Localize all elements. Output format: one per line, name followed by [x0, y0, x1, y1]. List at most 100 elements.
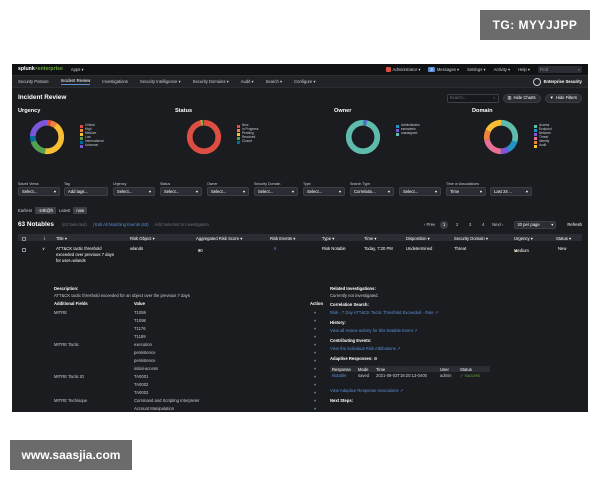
activity-menu[interactable]: Activity ▾ [494, 67, 511, 72]
column-disposition[interactable]: Disposition ▾ [406, 236, 430, 241]
column-risk-score[interactable]: Aggregated Risk Score ▾ [196, 236, 242, 241]
owner-select[interactable]: Select... ▾ [207, 187, 249, 196]
hide-filters-button[interactable]: ▼ Hide Filters [544, 93, 582, 103]
action-chevron-icon[interactable]: ▾ [314, 382, 316, 387]
legend-item[interactable]: Closed [237, 139, 258, 144]
search-input[interactable]: Search... ⌕ [446, 93, 499, 103]
legend-item[interactable]: Audit [534, 143, 552, 148]
security-domain-select[interactable]: Select... ▾ [254, 187, 298, 196]
filter-urgency: Urgency Select... ▾ [113, 182, 155, 196]
contributing-events-link[interactable]: View the individual Risk Attributions ↗ [330, 346, 400, 351]
nav-audit[interactable]: Audit ▾ [241, 79, 254, 84]
action-chevron-icon[interactable]: ▾ [314, 342, 316, 347]
action-chevron-icon[interactable]: ▾ [314, 334, 316, 339]
time-range-select[interactable]: Last 24 ... ▾ [490, 187, 532, 196]
nav-security-domains[interactable]: Security Domains ▾ [193, 79, 229, 84]
action-chevron-icon[interactable]: ▾ [314, 310, 316, 315]
column-title[interactable]: Title ▾ [56, 236, 67, 241]
hide-charts-button[interactable]: ▥ Hide Charts [502, 93, 541, 103]
legend-item[interactable]: Unknown [80, 143, 103, 148]
legend-swatch [80, 140, 83, 144]
nav-security-posture[interactable]: Security Posture [18, 79, 49, 84]
row-title-line-1: ATT&CK tactic threshold [56, 246, 102, 251]
page-1[interactable]: 1 [440, 221, 449, 229]
urgency-donut[interactable] [28, 118, 66, 156]
messages-menu[interactable]: 2 Messages ▾ [428, 66, 459, 72]
row-risk-events-link[interactable]: 6 [274, 246, 276, 251]
action-chevron-icon[interactable]: ▾ [314, 406, 316, 411]
add-to-investigation-link[interactable]: Add Selected to Investigation [155, 222, 209, 227]
edit-all-link[interactable]: | Edit All Matching Events (63) [93, 222, 149, 227]
earliest-value[interactable]: -24h@h [34, 207, 56, 215]
per-page-select[interactable]: 20 per page ▾ [514, 221, 557, 229]
status-donut[interactable] [185, 118, 223, 156]
next-page-button[interactable]: Next › [492, 222, 503, 227]
find-input[interactable]: Find ⌕ [538, 66, 582, 73]
page-3[interactable]: 3 [466, 221, 474, 229]
earliest-label: Earliest [18, 208, 32, 213]
action-chevron-icon[interactable]: ▾ [314, 326, 316, 331]
adaptive-responses-table: Response Mode Time User Status Notable s… [330, 366, 490, 379]
table-row[interactable]: ∨ ATT&CK tactic threshold exceeded over … [18, 244, 582, 266]
settings-menu[interactable]: Settings ▾ [467, 67, 485, 72]
legend-label: unassigned [401, 131, 418, 136]
action-chevron-icon[interactable]: ▾ [314, 366, 316, 371]
column-urgency[interactable]: Urgency ▾ [514, 236, 533, 241]
donut-slice-unassigned[interactable] [345, 119, 381, 155]
donut-slice-new[interactable] [186, 119, 222, 155]
domain-donut[interactable] [482, 118, 520, 156]
column-status[interactable]: Status ▾ [556, 236, 571, 241]
nav-search[interactable]: Search ▾ [266, 79, 283, 84]
time-bounds: Earliest -24h@h Latest now [18, 207, 88, 215]
time-assoc-select[interactable]: Time ▾ [446, 187, 486, 196]
action-chevron-icon[interactable]: ▾ [314, 398, 316, 403]
history-link[interactable]: View all review activity for this Notabl… [330, 328, 417, 333]
action-chevron-icon[interactable]: ▾ [314, 350, 316, 355]
column-security-domain[interactable]: Security Domain ▾ [454, 236, 488, 241]
pagination: ‹ Prev 1 2 3 4 Next › 20 per page ▾ Refre… [424, 221, 582, 229]
latest-value[interactable]: now [73, 207, 88, 215]
page-4[interactable]: 4 [479, 221, 487, 229]
splunk-logo[interactable]: splunk>enterprise [18, 66, 63, 72]
urgency-select[interactable]: Select... ▾ [113, 187, 155, 196]
column-type[interactable]: Type ▾ [322, 236, 334, 241]
page-2[interactable]: 2 [453, 221, 461, 229]
ar-table-row[interactable]: Notable saved 2021-09-03T19:20:13-0400 a… [330, 372, 490, 379]
action-chevron-icon[interactable]: ▾ [314, 390, 316, 395]
extra-select[interactable]: Select... ▾ [399, 187, 441, 196]
nav-incident-review[interactable]: Incident Review [60, 78, 91, 86]
ar-invocations-link[interactable]: View Adaptive Response Invocations ↗ [330, 388, 403, 393]
legend-item[interactable]: unassigned [396, 131, 420, 136]
search-type-select[interactable]: Correlatio... ▾ [350, 187, 394, 196]
administrator-menu[interactable]: Administrator ▾ [385, 67, 420, 73]
saved-views-select[interactable]: Select... ▾ [18, 187, 60, 196]
chevron-down-icon: ▾ [53, 188, 56, 194]
legend-swatch [396, 128, 399, 132]
nav-investigations[interactable]: Investigations [102, 79, 128, 84]
owner-donut[interactable] [344, 118, 382, 156]
tag-input[interactable]: Add tags... [64, 187, 108, 196]
status-select[interactable]: Select... ▾ [160, 187, 202, 196]
refresh-button[interactable]: Refresh [567, 222, 582, 227]
page-header: Incident Review Search... ⌕ ▥ Hide Charts … [12, 91, 588, 105]
correlation-search-link[interactable]: Risk - 7 Day ATT&CK Tactic Threshold Exc… [330, 310, 438, 315]
action-chevron-icon[interactable]: ▾ [314, 318, 316, 323]
row-domain: Threat [454, 246, 467, 251]
gear-icon[interactable]: ⚙ [374, 356, 378, 361]
column-time[interactable]: Time ▾ [364, 236, 376, 241]
expand-row-icon[interactable]: ∨ [42, 246, 45, 251]
description-label: Description: [54, 286, 79, 291]
help-menu[interactable]: Help ▾ [518, 67, 530, 72]
action-chevron-icon[interactable]: ▾ [314, 358, 316, 363]
field-value: T1059 [134, 310, 146, 315]
nav-configure[interactable]: Configure ▾ [294, 79, 315, 84]
history-label: History: [330, 320, 346, 325]
prev-page-button[interactable]: ‹ Prev [424, 222, 435, 227]
nav-security-intelligence[interactable]: Security Intelligence ▾ [140, 79, 181, 84]
action-chevron-icon[interactable]: ▾ [314, 374, 316, 379]
type-select[interactable]: Select... ▾ [303, 187, 345, 196]
apps-menu[interactable]: Apps ▾ [71, 67, 84, 72]
page-title: Incident Review [18, 94, 67, 102]
column-risk-object[interactable]: Risk Object ▾ [130, 236, 155, 241]
column-risk-events[interactable]: Risk Events ▾ [270, 236, 295, 241]
